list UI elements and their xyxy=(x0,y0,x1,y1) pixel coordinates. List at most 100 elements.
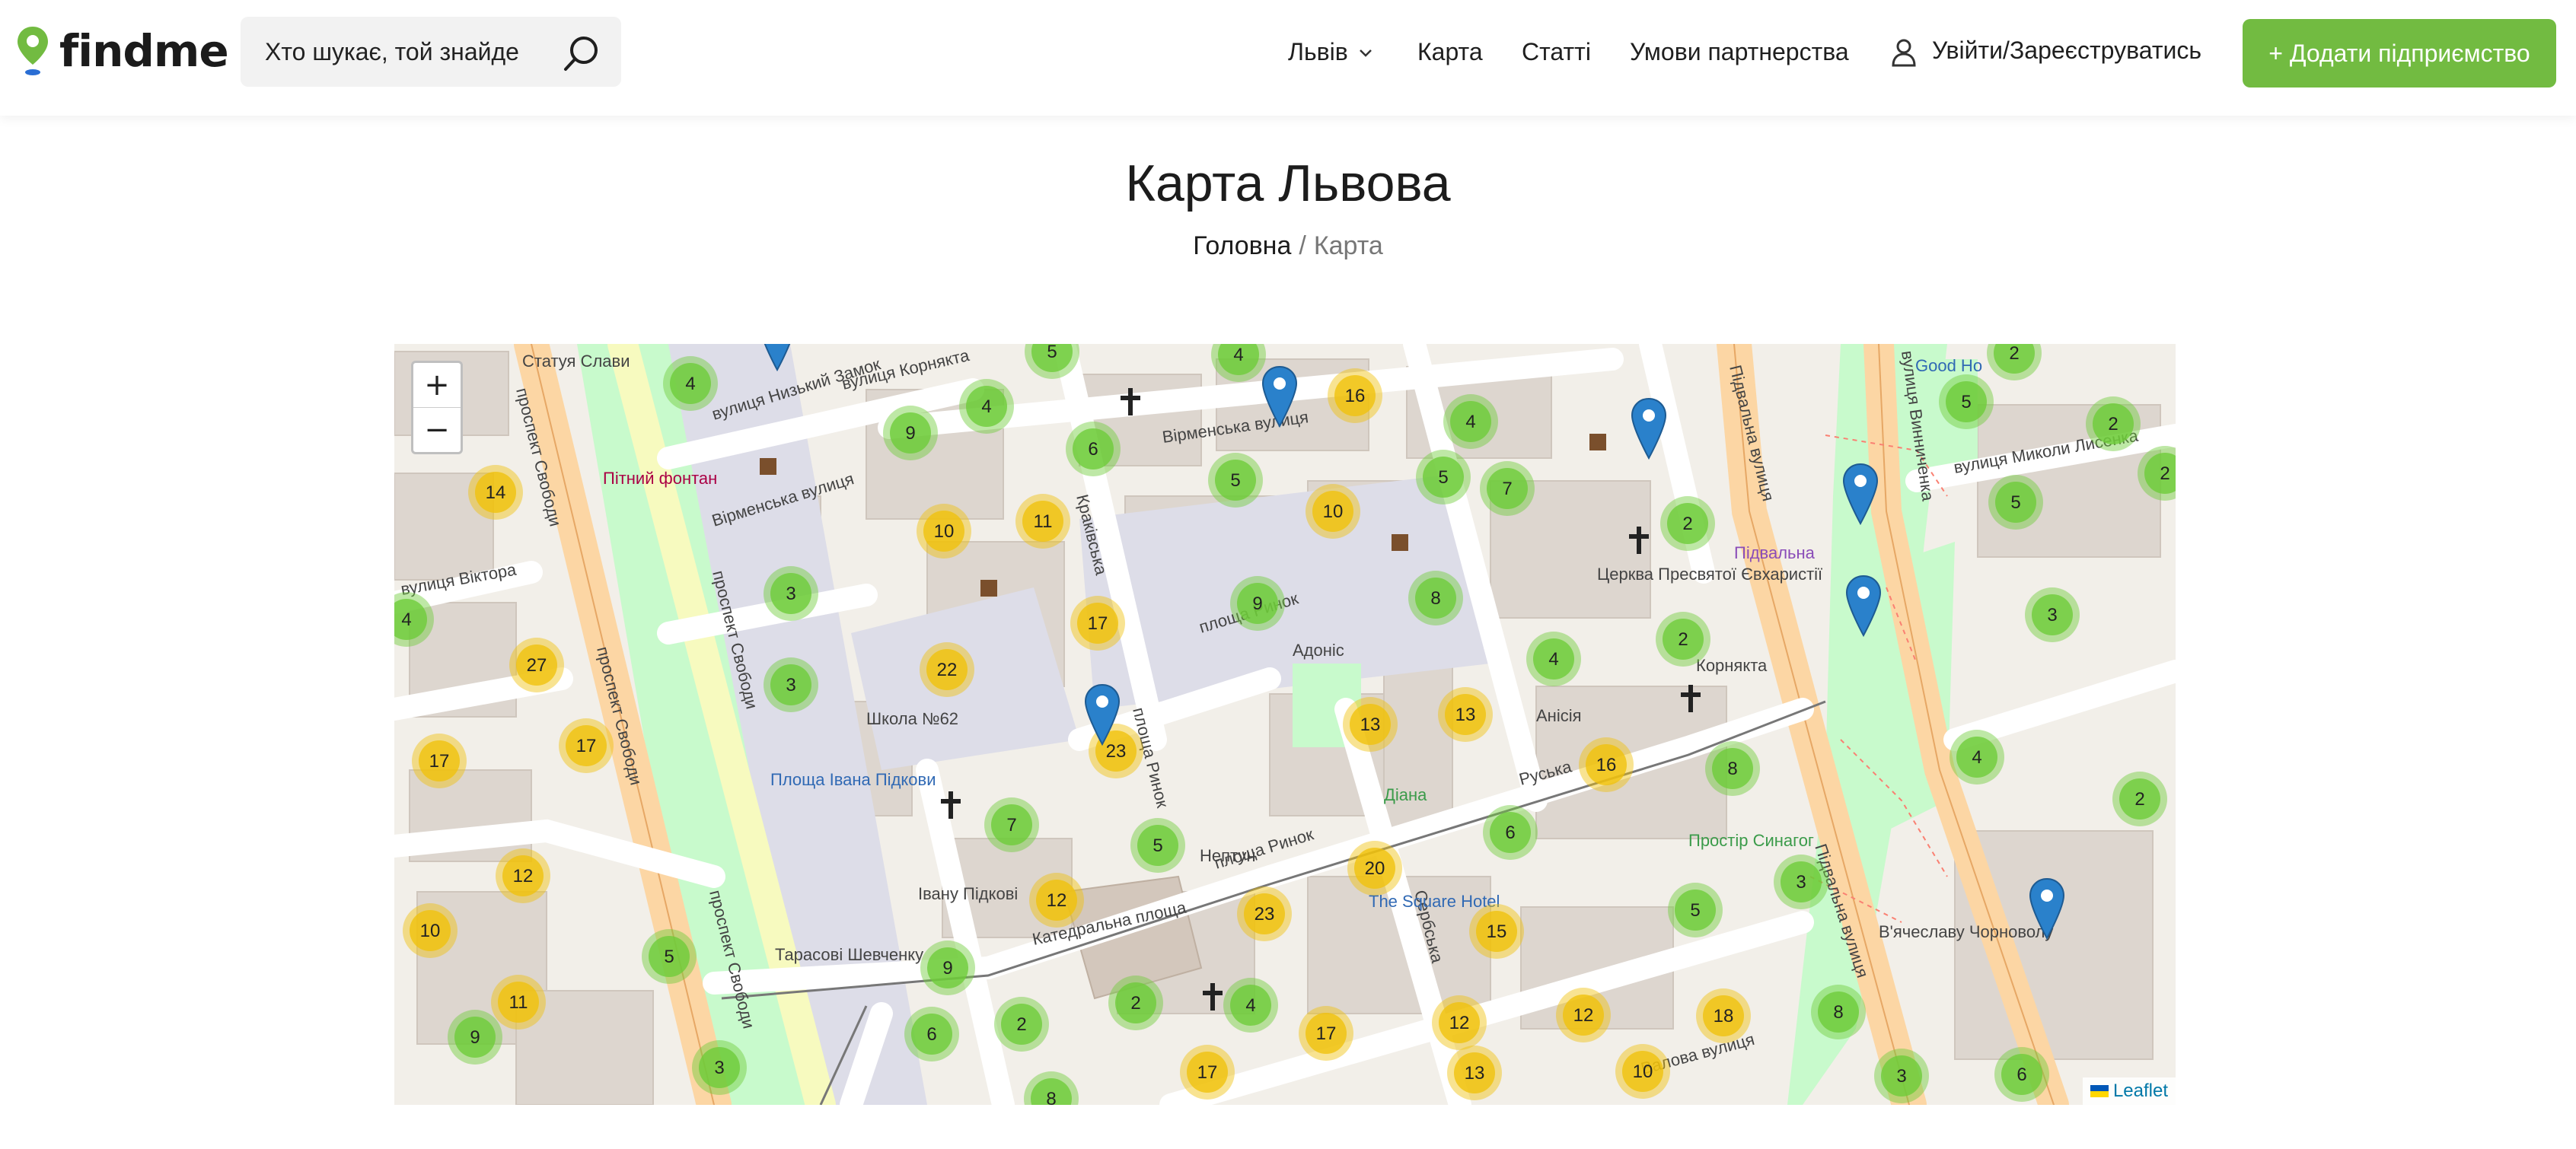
map-cluster[interactable]: 17 xyxy=(1180,1045,1235,1100)
zoom-in-button[interactable]: + xyxy=(413,363,461,407)
map-cluster[interactable]: 9 xyxy=(1230,576,1285,631)
breadcrumb: Головна / Карта xyxy=(0,231,2576,261)
map-cluster[interactable]: 12 xyxy=(1556,988,1611,1042)
map-cluster[interactable]: 10 xyxy=(1306,484,1360,539)
search-input[interactable] xyxy=(263,37,540,67)
leaflet-link[interactable]: Leaflet xyxy=(2113,1081,2168,1102)
street-label: Тарасові Шевченку xyxy=(775,945,923,964)
map-cluster[interactable]: 2 xyxy=(1660,496,1715,551)
map-cluster[interactable]: 11 xyxy=(491,975,546,1030)
nav-articles-link[interactable]: Статті xyxy=(1522,38,1591,66)
map-cluster[interactable]: 16 xyxy=(1579,737,1634,792)
map-cluster[interactable]: 10 xyxy=(917,504,971,559)
map-cluster[interactable]: 4 xyxy=(1950,730,2004,785)
nav-map-link[interactable]: Карта xyxy=(1417,38,1483,66)
street-label: Статуя Слави xyxy=(522,352,630,371)
map-cluster[interactable]: 17 xyxy=(412,734,467,788)
cluster-count: 10 xyxy=(1633,1061,1653,1082)
map-cluster[interactable]: 13 xyxy=(1438,687,1493,742)
map-tiles[interactable]: вулиця Низький Замок вулиця Корнякта Вір… xyxy=(394,344,2176,1105)
city-selector[interactable]: Львів xyxy=(1288,38,1372,66)
map-cluster[interactable]: 12 xyxy=(1029,873,1084,928)
street-label: Good Ho xyxy=(1915,356,1982,375)
map-cluster[interactable]: 4 xyxy=(959,379,1014,434)
map-cluster[interactable]: 5 xyxy=(642,929,697,984)
map-cluster[interactable]: 5 xyxy=(1130,818,1185,873)
chevron-down-icon xyxy=(1359,49,1372,57)
cluster-count: 6 xyxy=(1505,823,1515,843)
street-label: Підвальна xyxy=(1734,543,1816,562)
map-cluster[interactable]: 4 xyxy=(1526,632,1581,686)
map-cluster[interactable]: 27 xyxy=(509,638,564,692)
breadcrumb-home[interactable]: Головна xyxy=(1193,231,1291,260)
map-cluster[interactable]: 16 xyxy=(1328,368,1382,423)
map-cluster[interactable]: 10 xyxy=(403,903,457,958)
map-cluster[interactable]: 18 xyxy=(1696,988,1751,1043)
search-icon[interactable] xyxy=(562,33,601,73)
map-cluster[interactable]: 22 xyxy=(920,642,974,697)
city-label: Львів xyxy=(1288,37,1348,65)
map-cluster[interactable]: 5 xyxy=(1939,374,1994,429)
map-cluster[interactable]: 4 xyxy=(663,356,718,411)
map-cluster[interactable]: 12 xyxy=(1432,995,1487,1050)
add-business-button[interactable]: + Додати підприємство xyxy=(2243,19,2556,88)
map-cluster[interactable]: 3 xyxy=(1774,855,1828,909)
map-cluster[interactable]: 2 xyxy=(2112,772,2167,826)
map-cluster[interactable]: 6 xyxy=(1483,805,1538,860)
logo[interactable]: findme xyxy=(15,24,229,78)
map-cluster[interactable]: 23 xyxy=(1237,886,1292,941)
search-box[interactable] xyxy=(241,17,621,87)
cluster-count: 9 xyxy=(942,958,952,979)
map-cluster[interactable]: 3 xyxy=(692,1040,747,1095)
map-cluster[interactable]: 9 xyxy=(448,1010,502,1065)
map-cluster[interactable]: 2 xyxy=(1108,976,1163,1030)
cluster-count: 5 xyxy=(1438,467,1448,488)
map-cluster[interactable]: 5 xyxy=(1988,475,2043,530)
map-cluster[interactable]: 2 xyxy=(994,997,1049,1052)
map-cluster[interactable]: 12 xyxy=(496,848,550,903)
map-cluster[interactable]: 3 xyxy=(764,657,818,712)
map-cluster[interactable]: 2 xyxy=(1656,612,1710,667)
map-cluster[interactable]: 5 xyxy=(1416,450,1471,504)
map-cluster[interactable]: 20 xyxy=(1347,841,1402,896)
map-cluster[interactable]: 9 xyxy=(883,406,938,460)
map-cluster[interactable]: 5 xyxy=(1668,883,1723,937)
site-header: findme Львів Карта Статті Умови партнерс… xyxy=(0,0,2576,116)
map-cluster[interactable]: 6 xyxy=(1994,1047,2049,1102)
map-cluster[interactable]: 3 xyxy=(2025,587,2080,642)
map-cluster[interactable]: 17 xyxy=(1070,596,1125,651)
cluster-count: 16 xyxy=(1345,386,1366,406)
map-cluster[interactable]: 8 xyxy=(1811,985,1866,1039)
map-cluster[interactable]: 14 xyxy=(468,465,523,520)
zoom-out-button[interactable]: − xyxy=(413,407,461,452)
nav-partnership-link[interactable]: Умови партнерства xyxy=(1630,38,1849,66)
map-cluster[interactable]: 17 xyxy=(1299,1006,1353,1061)
cluster-count: 2 xyxy=(2160,463,2170,484)
login-link[interactable]: Увійти/Зареєструватись xyxy=(1891,37,2201,67)
cluster-count: 14 xyxy=(486,482,506,503)
map-cluster[interactable]: 4 xyxy=(1223,978,1278,1033)
map-cluster[interactable]: 8 xyxy=(1408,571,1463,625)
map-cluster[interactable]: 13 xyxy=(1343,697,1398,752)
map-cluster[interactable]: 3 xyxy=(1874,1049,1929,1103)
map[interactable]: вулиця Низький Замок вулиця Корнякта Вір… xyxy=(394,344,2176,1105)
map-cluster[interactable]: 3 xyxy=(764,566,818,621)
cluster-count: 17 xyxy=(1088,613,1108,634)
map-cluster[interactable]: 7 xyxy=(984,797,1039,852)
map-cluster[interactable]: 6 xyxy=(1066,422,1121,476)
map-cluster[interactable]: 17 xyxy=(559,718,614,773)
map-cluster[interactable]: 8 xyxy=(1705,741,1760,796)
map-cluster[interactable]: 11 xyxy=(1015,494,1070,549)
map-cluster[interactable]: 9 xyxy=(920,941,975,995)
map-cluster[interactable]: 15 xyxy=(1469,904,1524,959)
cluster-count: 17 xyxy=(576,736,597,756)
map-cluster[interactable]: 10 xyxy=(1615,1044,1670,1099)
page-title: Карта Львова xyxy=(1125,154,1451,212)
map-cluster[interactable]: 6 xyxy=(904,1007,959,1061)
map-cluster[interactable]: 5 xyxy=(1208,453,1263,508)
map-cluster[interactable]: 2 xyxy=(2086,396,2141,451)
cluster-count: 6 xyxy=(926,1024,936,1045)
map-cluster[interactable]: 13 xyxy=(1447,1046,1502,1100)
map-cluster[interactable]: 7 xyxy=(1480,461,1535,516)
map-cluster[interactable]: 4 xyxy=(1443,394,1498,449)
